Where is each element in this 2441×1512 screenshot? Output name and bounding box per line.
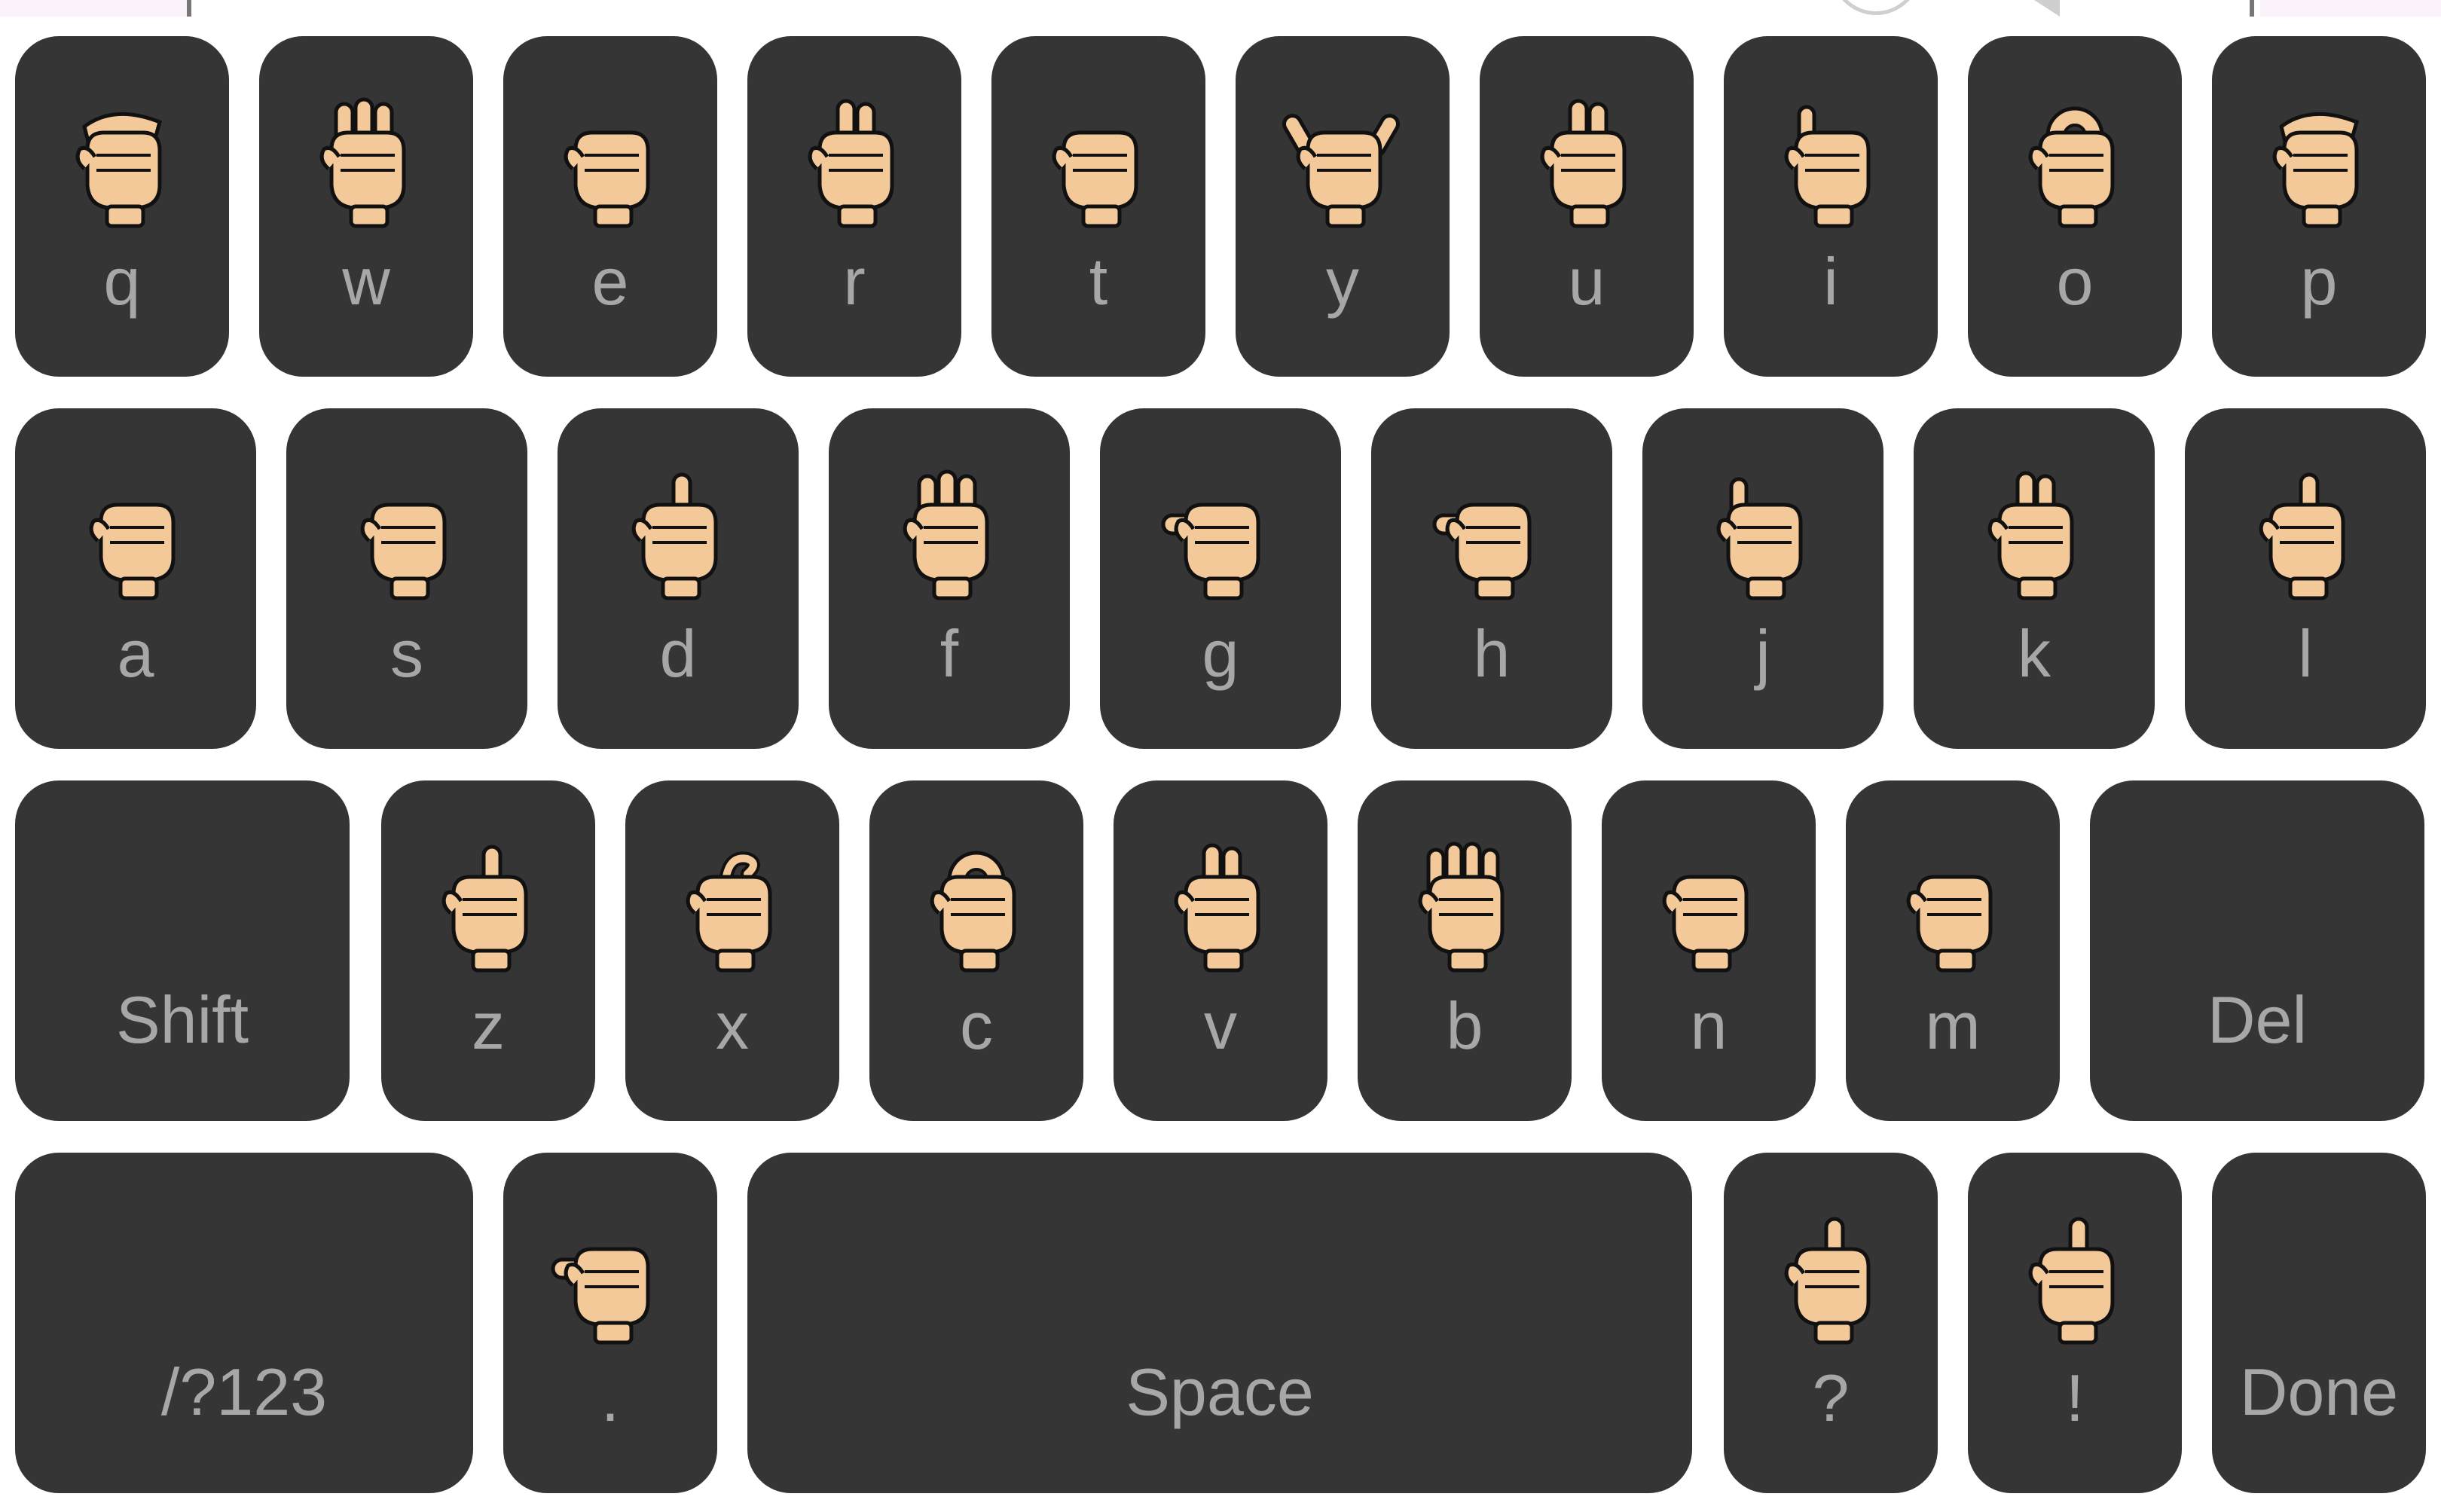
key-label: l bbox=[2298, 616, 2313, 691]
asl-l-hand-icon bbox=[2245, 469, 2366, 604]
asl-x-hand-icon bbox=[672, 841, 793, 976]
key-i[interactable]: i bbox=[1724, 36, 1938, 377]
key-v[interactable]: v bbox=[1114, 780, 1327, 1121]
key-label: a bbox=[117, 616, 154, 691]
key-label: Done bbox=[2239, 1355, 2399, 1429]
key-label: . bbox=[600, 1361, 620, 1435]
asl-k-hand-icon bbox=[1974, 469, 2094, 604]
key-k[interactable]: k bbox=[1914, 408, 2155, 749]
key-label: p bbox=[2300, 244, 2338, 319]
key-label: c bbox=[960, 988, 993, 1063]
key-label: q bbox=[103, 244, 141, 319]
asl-s-hand-icon bbox=[347, 469, 467, 604]
key-shift[interactable]: Shift bbox=[15, 780, 350, 1121]
key-r[interactable]: r bbox=[747, 36, 961, 377]
asl-z-hand-icon bbox=[428, 841, 548, 976]
asl-exclamation-hand-icon bbox=[2015, 1213, 2135, 1349]
key-p[interactable]: p bbox=[2212, 36, 2426, 377]
asl-o-hand-icon bbox=[2015, 96, 2135, 232]
key-label: z bbox=[472, 988, 505, 1063]
key-label: d bbox=[659, 616, 697, 691]
key-label: x bbox=[716, 988, 749, 1063]
key-u[interactable]: u bbox=[1480, 36, 1694, 377]
key-label: ? bbox=[1812, 1361, 1850, 1435]
key-d[interactable]: d bbox=[558, 408, 799, 749]
asl-f-hand-icon bbox=[889, 469, 1010, 604]
asl-q-hand-icon bbox=[62, 96, 182, 232]
key-y[interactable]: y bbox=[1236, 36, 1450, 377]
key-label: Del bbox=[2207, 982, 2308, 1057]
asl-m-hand-icon bbox=[1893, 841, 2013, 976]
key-e[interactable]: e bbox=[503, 36, 717, 377]
key-t[interactable]: t bbox=[991, 36, 1205, 377]
key-a[interactable]: a bbox=[15, 408, 256, 749]
key-f[interactable]: f bbox=[829, 408, 1070, 749]
key-label: j bbox=[1755, 616, 1770, 691]
key-label: o bbox=[2056, 244, 2094, 319]
asl-r-hand-icon bbox=[794, 96, 915, 232]
key-z[interactable]: z bbox=[381, 780, 595, 1121]
asl-question-hand-icon bbox=[1770, 1213, 1891, 1349]
asl-b-hand-icon bbox=[1404, 841, 1525, 976]
asl-w-hand-icon bbox=[306, 96, 426, 232]
asl-d-hand-icon bbox=[618, 469, 738, 604]
asl-y-hand-icon bbox=[1282, 96, 1403, 232]
asl-c-hand-icon bbox=[916, 841, 1037, 976]
key-label: v bbox=[1204, 988, 1237, 1063]
key-symbols[interactable]: /?123 bbox=[15, 1153, 473, 1493]
key-label: e bbox=[591, 244, 629, 319]
asl-u-hand-icon bbox=[1526, 96, 1647, 232]
key-space[interactable]: Space bbox=[747, 1153, 1692, 1493]
key-label: b bbox=[1446, 988, 1483, 1063]
asl-t-hand-icon bbox=[1038, 96, 1159, 232]
key-question[interactable]: ? bbox=[1724, 1153, 1938, 1493]
key-c[interactable]: c bbox=[869, 780, 1083, 1121]
key-label: Space bbox=[1126, 1355, 1314, 1429]
asl-i-hand-icon bbox=[1770, 96, 1891, 232]
key-o[interactable]: o bbox=[1968, 36, 2182, 377]
asl-a-hand-icon bbox=[75, 469, 196, 604]
asl-h-hand-icon bbox=[1431, 469, 1552, 604]
asl-n-hand-icon bbox=[1648, 841, 1769, 976]
key-label: g bbox=[1202, 616, 1239, 691]
asl-g-hand-icon bbox=[1160, 469, 1281, 604]
key-exclamation[interactable]: ! bbox=[1968, 1153, 2182, 1493]
key-label: n bbox=[1690, 988, 1728, 1063]
key-s[interactable]: s bbox=[286, 408, 527, 749]
key-done[interactable]: Done bbox=[2212, 1153, 2426, 1493]
sign-language-keyboard: q w e r t y u i o p a s d f g h j k l Sh… bbox=[0, 0, 2441, 1512]
asl-e-hand-icon bbox=[550, 96, 671, 232]
key-label: h bbox=[1473, 616, 1511, 691]
key-g[interactable]: g bbox=[1100, 408, 1341, 749]
key-j[interactable]: j bbox=[1642, 408, 1883, 749]
key-label: k bbox=[2018, 616, 2051, 691]
key-del[interactable]: Del bbox=[2090, 780, 2424, 1121]
key-m[interactable]: m bbox=[1846, 780, 2060, 1121]
key-label: i bbox=[1823, 244, 1838, 319]
key-h[interactable]: h bbox=[1371, 408, 1612, 749]
key-w[interactable]: w bbox=[259, 36, 473, 377]
key-q[interactable]: q bbox=[15, 36, 229, 377]
key-label: Shift bbox=[115, 982, 249, 1057]
asl-v-hand-icon bbox=[1160, 841, 1281, 976]
key-label: m bbox=[1925, 988, 1981, 1063]
key-x[interactable]: x bbox=[625, 780, 839, 1121]
asl-j-hand-icon bbox=[1703, 469, 1823, 604]
key-label: r bbox=[843, 244, 866, 319]
key-label: /?123 bbox=[160, 1355, 328, 1429]
key-label: ! bbox=[2065, 1361, 2085, 1435]
key-label: t bbox=[1089, 244, 1108, 319]
key-label: f bbox=[939, 616, 959, 691]
key-n[interactable]: n bbox=[1602, 780, 1816, 1121]
asl-p-hand-icon bbox=[2259, 96, 2379, 232]
key-label: w bbox=[342, 244, 390, 319]
key-label: u bbox=[1568, 244, 1605, 319]
key-label: y bbox=[1326, 244, 1359, 319]
key-period[interactable]: . bbox=[503, 1153, 717, 1493]
key-l[interactable]: l bbox=[2185, 408, 2426, 749]
key-b[interactable]: b bbox=[1358, 780, 1572, 1121]
asl-period-hand-icon bbox=[550, 1213, 671, 1349]
key-label: s bbox=[390, 616, 423, 691]
